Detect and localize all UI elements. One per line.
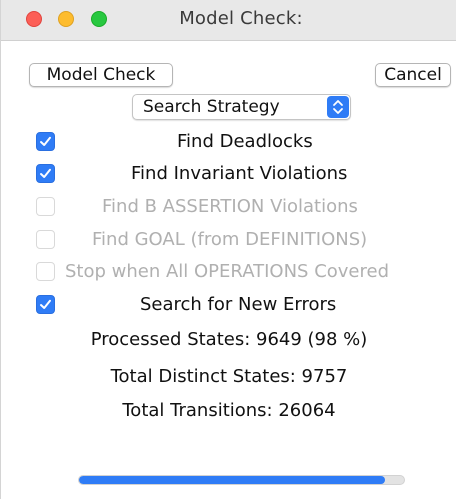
- checkmark-icon: [40, 299, 51, 309]
- minimize-icon[interactable]: [58, 11, 74, 27]
- progress-fill: [79, 476, 385, 484]
- option-row-find-invariant-violations[interactable]: Find Invariant Violations: [1, 159, 456, 189]
- option-row-search-for-new-errors[interactable]: Search for New Errors: [1, 290, 456, 320]
- stop-when-all-operations-covered-label: Stop when All OPERATIONS Covered: [65, 261, 389, 282]
- option-row-stop-when-all-operations-covered: Stop when All OPERATIONS Covered: [1, 257, 456, 287]
- processed-states: Processed States: 9649 (98 %): [90, 329, 368, 350]
- search-for-new-errors-checkbox[interactable]: [36, 295, 55, 314]
- find-goal-label: Find GOAL (from DEFINITIONS): [92, 229, 368, 250]
- option-row-find-deadlocks[interactable]: Find Deadlocks: [1, 127, 456, 157]
- find-goal-checkbox: [36, 230, 55, 249]
- checkmark-icon: [40, 168, 51, 178]
- progress-bar: [78, 475, 405, 485]
- window-title: Model Check:: [179, 8, 303, 29]
- title-bar[interactable]: Model Check:: [1, 0, 456, 41]
- find-deadlocks-checkbox[interactable]: [36, 132, 55, 151]
- zoom-icon[interactable]: [91, 11, 107, 27]
- close-icon[interactable]: [26, 11, 42, 27]
- find-invariant-violations-label: Find Invariant Violations: [131, 163, 348, 184]
- find-b-assertion-violations-label: Find B ASSERTION Violations: [102, 196, 358, 217]
- model-check-window: Model Check: Model Check Cancel Search S…: [0, 0, 456, 499]
- checkmark-icon: [40, 136, 51, 146]
- option-row-find-b-assertion-violations: Find B ASSERTION Violations: [1, 192, 456, 222]
- find-invariant-violations-checkbox[interactable]: [36, 164, 55, 183]
- stop-when-all-operations-covered-checkbox: [36, 262, 55, 281]
- dialog-content: Model Check Cancel Search Strategy Find …: [1, 41, 456, 499]
- model-check-button[interactable]: Model Check: [29, 63, 173, 87]
- chevron-updown-icon: [327, 96, 349, 118]
- search-for-new-errors-label: Search for New Errors: [140, 294, 337, 315]
- search-strategy-label: Search Strategy: [143, 97, 280, 117]
- total-distinct-states: Total Distinct States: 9757: [110, 366, 348, 387]
- total-transitions: Total Transitions: 26064: [122, 400, 336, 421]
- option-row-find-goal: Find GOAL (from DEFINITIONS): [1, 225, 456, 255]
- cancel-button[interactable]: Cancel: [375, 63, 451, 87]
- find-deadlocks-label: Find Deadlocks: [177, 131, 313, 152]
- find-b-assertion-violations-checkbox: [36, 197, 55, 216]
- search-strategy-select[interactable]: Search Strategy: [132, 94, 351, 120]
